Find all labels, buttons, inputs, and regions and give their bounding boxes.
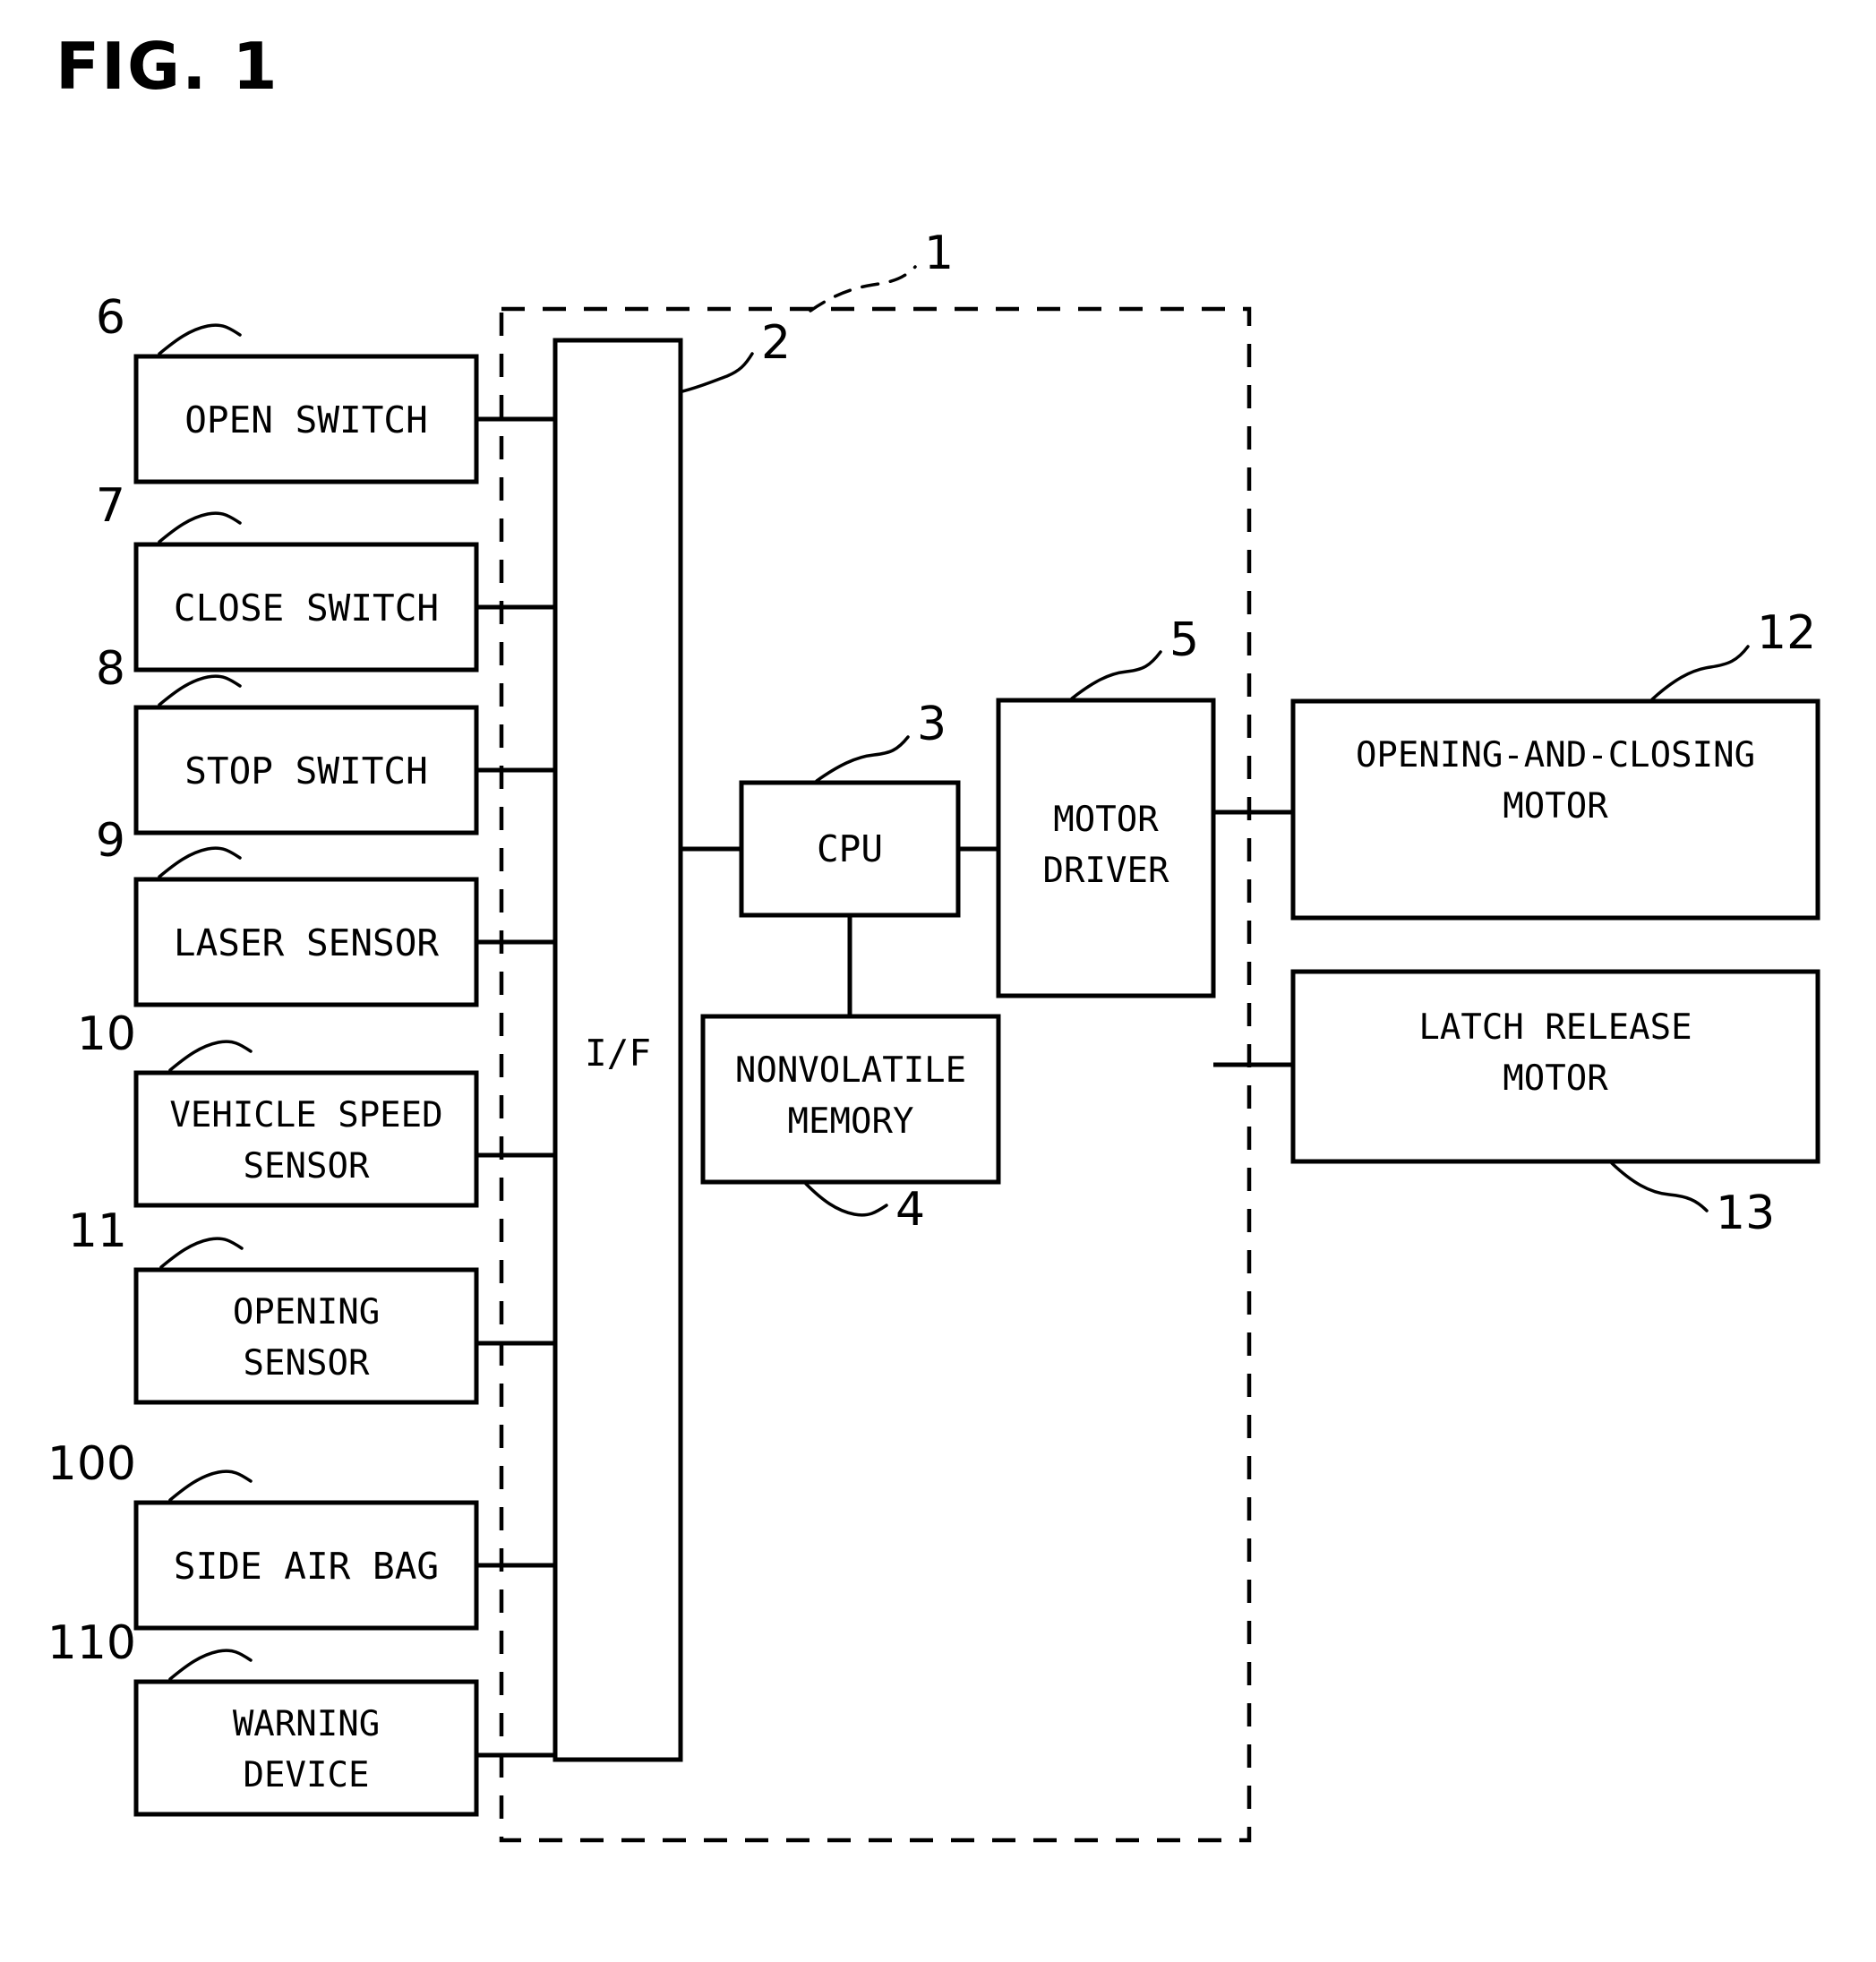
input-label-vehicle-speed-sensor-line2: SENSOR: [244, 1146, 370, 1187]
output-label-opening-and-closing-motor-line2: MOTOR: [1503, 786, 1608, 827]
motor-driver-block: MOTOR DRIVER 5: [996, 613, 1216, 998]
output-label-opening-and-closing-motor-line1: OPENING-AND-CLOSING: [1356, 735, 1755, 775]
output-block-opening-and-closing-motor: OPENING-AND-CLOSING MOTOR 12: [1213, 606, 1820, 921]
output-label-latch-release-motor-line1: LATCH RELEASE: [1418, 1007, 1692, 1048]
ref-label-12: 12: [1757, 606, 1816, 660]
memory-box: [700, 1014, 1001, 1185]
ref-label-3: 3: [917, 698, 947, 751]
input-label-opening-sensor-line2: SENSOR: [244, 1343, 370, 1384]
ref-label-13: 13: [1716, 1187, 1775, 1240]
input-label-close-switch: CLOSE SWITCH: [174, 587, 439, 630]
cpu-block: CPU 3: [681, 698, 998, 1016]
ref-label-100: 100: [47, 1437, 136, 1491]
input-block-laser-sensor: LASER SENSOR 9: [96, 814, 555, 1007]
leader-line-4: [804, 1182, 888, 1217]
leader-line-3: [815, 735, 910, 783]
ref-label-10: 10: [77, 1007, 136, 1061]
ref-label-2: 2: [761, 316, 791, 370]
ref-label-11: 11: [68, 1204, 127, 1258]
input-label-warning-device-line1: WARNING: [233, 1704, 380, 1744]
figure-root: FIG. 1 1 I/F 2 OPEN SWITCH 6 CLOSE SWITC…: [0, 0, 1876, 1962]
leader-line-11: [159, 1237, 244, 1269]
cpu-label: CPU: [817, 827, 883, 870]
ref-label-8: 8: [96, 642, 125, 696]
input-label-vehicle-speed-sensor-line1: VEHICLE SPEED: [169, 1095, 442, 1135]
leader-line-7: [158, 511, 242, 544]
leader-line-10: [168, 1040, 253, 1072]
leader-line-8: [158, 674, 242, 707]
motor-driver-label-line1: MOTOR: [1053, 800, 1159, 840]
input-label-stop-switch: STOP SWITCH: [184, 750, 428, 793]
output-label-latch-release-motor-line2: MOTOR: [1503, 1058, 1608, 1099]
input-block-close-switch: CLOSE SWITCH 7: [96, 479, 555, 673]
ref-label-7: 7: [96, 479, 125, 533]
leader-line-100: [168, 1469, 253, 1502]
input-label-side-air-bag: SIDE AIR BAG: [174, 1545, 439, 1588]
input-label-open-switch: OPEN SWITCH: [184, 398, 428, 441]
memory-label-line1: NONVOLATILE: [735, 1050, 966, 1091]
input-label-opening-sensor-line1: OPENING: [233, 1292, 380, 1332]
ref-label-4: 4: [895, 1183, 925, 1237]
input-block-opening-sensor: OPENING SENSOR 11: [68, 1204, 555, 1405]
leader-line-12: [1650, 645, 1750, 701]
input-block-warning-device: WARNING DEVICE 110: [47, 1616, 555, 1817]
leader-line-9: [158, 846, 242, 878]
leader-line-110: [168, 1649, 253, 1681]
ref-label-6: 6: [96, 291, 125, 345]
input-block-vehicle-speed-sensor: VEHICLE SPEED SENSOR 10: [77, 1007, 555, 1208]
leader-line-2: [681, 352, 754, 393]
ref-label-110: 110: [47, 1616, 136, 1670]
motor-driver-label-line2: DRIVER: [1043, 851, 1169, 891]
input-label-laser-sensor: LASER SENSOR: [174, 921, 440, 964]
memory-block: NONVOLATILE MEMORY 4: [700, 1014, 1001, 1237]
input-block-open-switch: OPEN SWITCH 6: [96, 291, 555, 484]
memory-label-line2: MEMORY: [788, 1101, 914, 1142]
leader-line-6: [158, 323, 242, 356]
output-block-latch-release-motor: LATCH RELEASE MOTOR 13: [1213, 969, 1820, 1240]
ref-label-1: 1: [924, 227, 954, 280]
input-label-warning-device-line2: DEVICE: [244, 1755, 370, 1795]
block-diagram: 1 I/F 2 OPEN SWITCH 6 CLOSE SWITCH 7 STO…: [47, 227, 1820, 1843]
ref-label-5: 5: [1169, 613, 1199, 667]
leader-line-5: [1070, 650, 1162, 700]
leader-line-1: [809, 265, 917, 313]
leader-line-13: [1610, 1161, 1709, 1212]
motor-driver-box: [996, 698, 1216, 998]
interface-label: I/F: [585, 1032, 651, 1075]
ref-label-9: 9: [96, 814, 125, 868]
input-block-side-air-bag: SIDE AIR BAG 100: [47, 1437, 555, 1631]
